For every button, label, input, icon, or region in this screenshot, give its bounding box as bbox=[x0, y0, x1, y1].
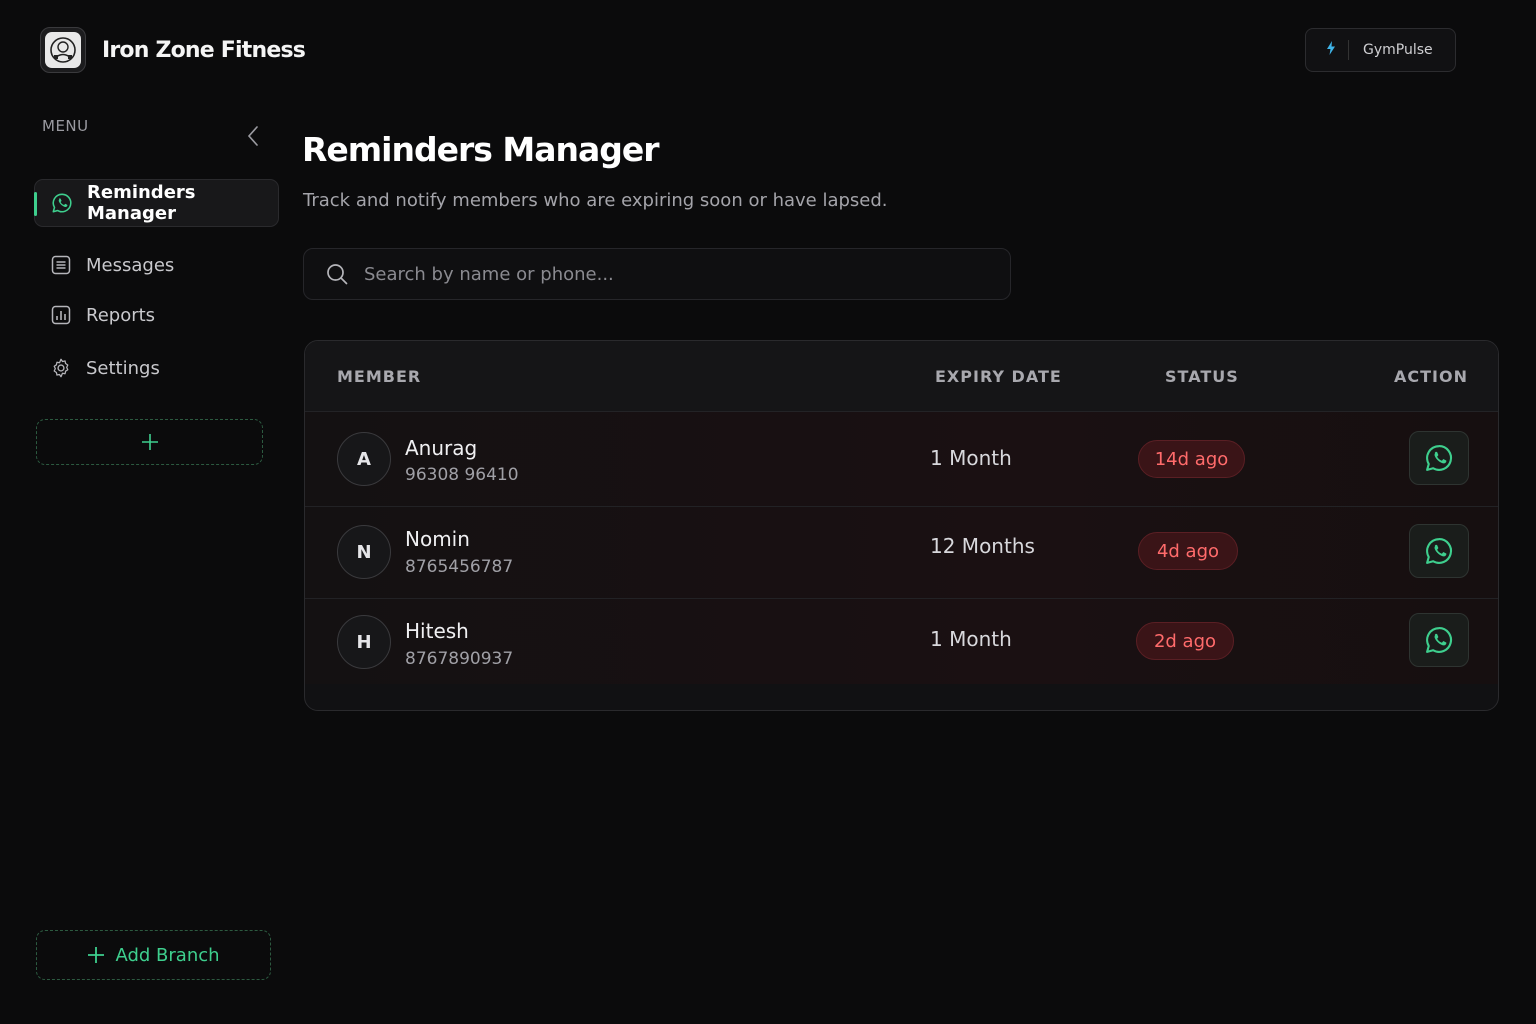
send-whatsapp-button[interactable] bbox=[1409, 431, 1469, 485]
search-bar[interactable] bbox=[303, 248, 1011, 300]
avatar: A bbox=[337, 432, 391, 486]
status-badge: 14d ago bbox=[1138, 440, 1245, 478]
sidebar-item-label: Reminders Manager bbox=[87, 182, 196, 224]
menu-label: MENU bbox=[42, 117, 89, 135]
plus-icon bbox=[141, 434, 158, 450]
sidebar-item-reminders-manager[interactable]: Reminders Manager bbox=[34, 179, 279, 227]
column-header-action: ACTION bbox=[1394, 367, 1468, 386]
send-whatsapp-button[interactable] bbox=[1409, 524, 1469, 578]
member-phone: 8767890937 bbox=[405, 649, 514, 669]
avatar: H bbox=[337, 615, 391, 669]
members-table: MEMBER EXPIRY DATE STATUS ACTION A Anura… bbox=[304, 340, 1499, 711]
gym-logo-icon bbox=[40, 27, 86, 73]
brand-name: Iron Zone Fitness bbox=[102, 37, 306, 63]
collapse-sidebar-button[interactable] bbox=[241, 124, 265, 148]
column-header-expiry-date: EXPIRY DATE bbox=[935, 367, 1062, 386]
status-badge: 2d ago bbox=[1136, 622, 1234, 660]
member-phone: 96308 96410 bbox=[405, 465, 519, 485]
member-phone: 8765456787 bbox=[405, 557, 514, 577]
sidebar-item-messages[interactable]: Messages bbox=[34, 241, 279, 289]
member-name: Nomin bbox=[405, 527, 470, 551]
page-subtitle: Track and notify members who are expirin… bbox=[303, 190, 888, 211]
member-name: Hitesh bbox=[405, 619, 469, 643]
plus-icon bbox=[88, 947, 105, 963]
search-input[interactable] bbox=[364, 263, 964, 285]
column-header-status: STATUS bbox=[1165, 367, 1239, 386]
member-name: Anurag bbox=[405, 436, 478, 460]
avatar: N bbox=[337, 525, 391, 579]
whatsapp-icon bbox=[1426, 538, 1453, 564]
table-header: MEMBER EXPIRY DATE STATUS ACTION bbox=[305, 341, 1498, 412]
search-icon bbox=[327, 264, 348, 285]
bolt-icon bbox=[1326, 41, 1336, 59]
table-row[interactable]: N Nomin 8765456787 12 Months 4d ago bbox=[305, 507, 1498, 599]
sidebar-item-label: Settings bbox=[86, 357, 160, 379]
sidebar-item-label: Messages bbox=[86, 254, 175, 276]
expiry-date: 12 Months bbox=[930, 534, 1035, 558]
badge-divider bbox=[1348, 40, 1349, 60]
send-whatsapp-button[interactable] bbox=[1409, 613, 1469, 667]
gear-icon bbox=[50, 357, 72, 379]
gympulse-badge[interactable]: GymPulse bbox=[1305, 28, 1456, 72]
badge-label: GymPulse bbox=[1363, 42, 1433, 58]
chevron-left-icon bbox=[247, 126, 258, 146]
status-badge: 4d ago bbox=[1138, 532, 1238, 570]
table-row[interactable]: A Anurag 96308 96410 1 Month 14d ago bbox=[305, 412, 1498, 507]
sidebar-item-reports[interactable]: Reports bbox=[34, 291, 279, 339]
expiry-date: 1 Month bbox=[930, 627, 1012, 651]
add-branch-label: Add Branch bbox=[115, 944, 220, 966]
table-row[interactable]: H Hitesh 8767890937 1 Month 2d ago bbox=[305, 599, 1498, 684]
brand[interactable]: Iron Zone Fitness bbox=[40, 27, 306, 73]
whatsapp-icon bbox=[1426, 445, 1453, 471]
add-branch-button[interactable]: Add Branch bbox=[36, 930, 271, 980]
page-title: Reminders Manager bbox=[302, 130, 660, 169]
add-item-button[interactable] bbox=[36, 419, 263, 465]
document-icon bbox=[50, 254, 72, 276]
sidebar-item-label: Reports bbox=[86, 304, 156, 326]
whatsapp-icon bbox=[1426, 627, 1453, 653]
column-header-member: MEMBER bbox=[337, 367, 422, 386]
expiry-date: 1 Month bbox=[930, 446, 1012, 470]
sidebar-item-settings[interactable]: Settings bbox=[34, 344, 279, 392]
whatsapp-icon bbox=[51, 192, 73, 214]
bar-chart-icon bbox=[50, 304, 72, 326]
